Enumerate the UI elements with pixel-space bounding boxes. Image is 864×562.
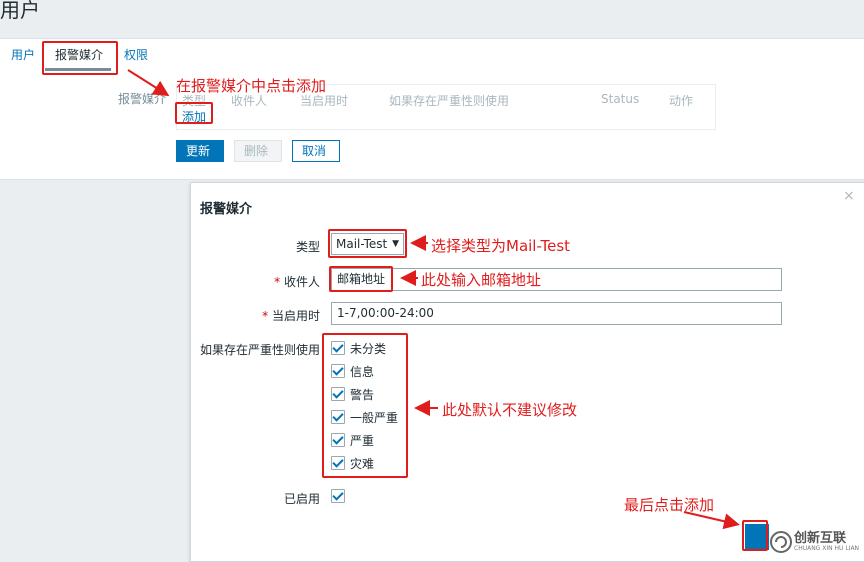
arrow-icon: [127, 69, 170, 97]
annotation-default-no-change: 此处默认不建议修改: [442, 401, 578, 419]
watermark-logo: 创新互联 CHUANG XIN HU LIAN: [768, 525, 864, 561]
annotation-finally-add: 最后点击添加: [624, 496, 715, 514]
annotation-click-add: 在报警媒介中点击添加: [176, 77, 327, 95]
annotation-enter-email: 此处输入邮箱地址: [421, 271, 542, 289]
logo-icon: [770, 531, 792, 553]
annotation-choose-type: 选择类型为Mail-Test: [431, 237, 571, 255]
